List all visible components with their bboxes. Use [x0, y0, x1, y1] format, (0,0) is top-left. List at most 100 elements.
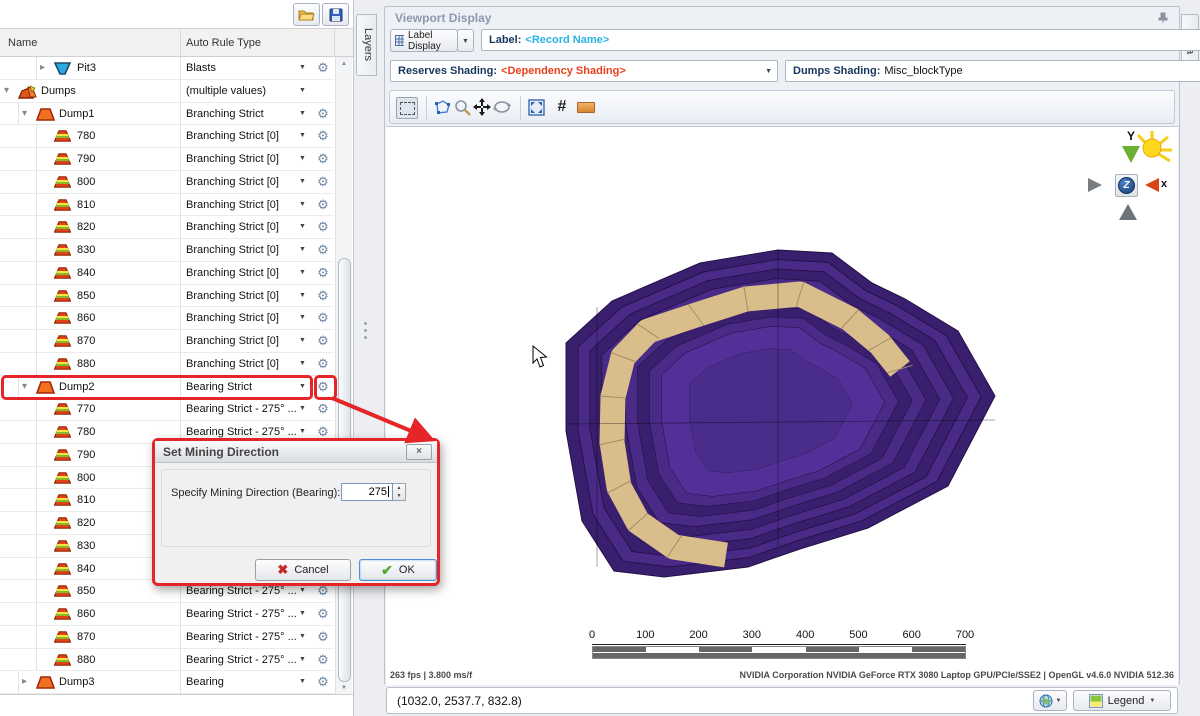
rule-value[interactable]: Bearing Strict [186, 381, 298, 393]
gear-icon[interactable]: ⚙ [313, 106, 333, 122]
rule-value[interactable]: Blasts [186, 62, 298, 74]
rule-dropdown-icon[interactable]: ▼ [299, 428, 306, 435]
collapse-arrow-icon[interactable]: ▾ [4, 84, 9, 98]
gear-icon[interactable]: ⚙ [313, 242, 333, 258]
rule-value[interactable]: Branching Strict [0] [186, 267, 298, 279]
tree-row[interactable]: 880Branching Strict [0]▼⚙ [0, 353, 334, 376]
scroll-up-icon[interactable]: ▲ [337, 57, 351, 71]
ok-button[interactable]: ✔ OK [359, 559, 437, 581]
rule-dropdown-icon[interactable]: ▼ [299, 155, 306, 162]
column-header-rule[interactable]: Auto Rule Type [186, 37, 261, 49]
tree-row[interactable]: ▾Dump1Branching Strict▼⚙ [0, 103, 334, 126]
rule-dropdown-icon[interactable]: ▼ [299, 656, 306, 663]
tab-layers[interactable]: Layers [356, 14, 377, 76]
tree-row[interactable]: 790Branching Strict [0]▼⚙ [0, 148, 334, 171]
collapse-arrow-icon[interactable]: ▾ [22, 107, 27, 121]
rule-dropdown-icon[interactable]: ▼ [299, 246, 306, 253]
collapse-arrow-icon[interactable]: ▾ [22, 380, 27, 394]
rule-value[interactable]: (multiple values) [186, 85, 298, 97]
tree-row[interactable]: 870Branching Strict [0]▼⚙ [0, 330, 334, 353]
gear-icon[interactable]: ⚙ [313, 174, 333, 190]
rule-dropdown-icon[interactable]: ▼ [299, 132, 306, 139]
gear-icon[interactable]: ⚙ [313, 356, 333, 372]
rule-value[interactable]: Bearing Strict - 275° ... [186, 426, 298, 438]
rule-dropdown-icon[interactable]: ▼ [299, 337, 306, 344]
rule-value[interactable]: Branching Strict [0] [186, 335, 298, 347]
rule-value[interactable]: Bearing [186, 676, 298, 688]
dialog-title-bar[interactable]: Set Mining Direction [155, 441, 437, 463]
rule-dropdown-icon[interactable]: ▼ [299, 383, 306, 390]
rule-dropdown-icon[interactable]: ▼ [299, 610, 306, 617]
zoom-extents-tool[interactable] [526, 97, 546, 117]
rule-value[interactable]: Branching Strict [0] [186, 358, 298, 370]
tree-row[interactable]: 810Branching Strict [0]▼⚙ [0, 194, 334, 217]
rule-value[interactable]: Branching Strict [0] [186, 244, 298, 256]
pin-icon[interactable] [1157, 11, 1169, 29]
tree-row[interactable]: 860Bearing Strict - 275° ...▼⚙ [0, 603, 334, 626]
expand-arrow-icon[interactable]: ▸ [22, 675, 27, 689]
rule-dropdown-icon[interactable]: ▼ [299, 64, 306, 71]
label-combo[interactable]: Label: <Record Name> ▼ [481, 29, 1200, 51]
gear-icon[interactable]: ⚙ [313, 219, 333, 235]
tree-row[interactable]: ▾Dumps(multiple values)▼ [0, 80, 334, 103]
coordinate-system-button[interactable]: ▼ [1033, 690, 1067, 711]
gear-icon[interactable]: ⚙ [313, 197, 333, 213]
gear-icon[interactable]: ⚙ [313, 288, 333, 304]
rule-dropdown-icon[interactable]: ▼ [299, 678, 306, 685]
tree-row[interactable]: 880Bearing Strict - 275° ...▼⚙ [0, 649, 334, 672]
tree-row[interactable]: 770Bearing Strict - 275° ...▼⚙ [0, 398, 334, 421]
rule-dropdown-icon[interactable]: ▼ [299, 314, 306, 321]
dump-3d-model[interactable] [386, 127, 1178, 685]
gear-icon[interactable]: ⚙ [313, 379, 333, 395]
zoom-tool[interactable] [452, 97, 472, 117]
rule-value[interactable]: Bearing Strict - 275° ... [186, 631, 298, 643]
column-divider[interactable] [180, 29, 181, 56]
axis-y-arrow-icon[interactable] [1122, 146, 1140, 163]
tree-row[interactable]: ▾Dump2Bearing Strict▼⚙ [0, 376, 334, 399]
open-file-button[interactable] [293, 3, 320, 26]
rule-value[interactable]: Branching Strict [186, 108, 298, 120]
gear-icon[interactable]: ⚙ [313, 128, 333, 144]
tree-column-headers[interactable]: Name Auto Rule Type [0, 28, 353, 57]
pan-tool[interactable] [472, 97, 492, 117]
tree-scrollbar[interactable]: ▲ ▼ [335, 57, 352, 695]
column-header-name[interactable]: Name [8, 37, 37, 49]
rectangle-select-tool[interactable] [396, 97, 418, 119]
tree-row[interactable]: 800Branching Strict [0]▼⚙ [0, 171, 334, 194]
rule-dropdown-icon[interactable]: ▼ [299, 292, 306, 299]
polygon-select-tool[interactable] [432, 97, 452, 117]
rule-value[interactable]: Branching Strict [0] [186, 176, 298, 188]
viewport-3d-canvas[interactable]: Y Z x 0100200300400500600700 26 [386, 126, 1178, 685]
rule-dropdown-icon[interactable]: ▼ [299, 110, 306, 117]
bearing-input[interactable]: 275 [341, 483, 393, 501]
rule-value[interactable]: Branching Strict [0] [186, 199, 298, 211]
rule-value[interactable]: Branching Strict [0] [186, 221, 298, 233]
rule-value[interactable]: Branching Strict [0] [186, 130, 298, 142]
tree-row[interactable]: 850Branching Strict [0]▼⚙ [0, 285, 334, 308]
tree-row[interactable]: 860Branching Strict [0]▼⚙ [0, 307, 334, 330]
rule-value[interactable]: Branching Strict [0] [186, 153, 298, 165]
bearing-spinner[interactable]: ▲▼ [393, 483, 406, 501]
dialog-close-button[interactable]: × [406, 444, 432, 460]
rule-dropdown-icon[interactable]: ▼ [299, 87, 306, 94]
tree-row[interactable]: 820Branching Strict [0]▼⚙ [0, 216, 334, 239]
gear-icon[interactable]: ⚙ [313, 674, 333, 690]
measure-tool[interactable] [576, 97, 596, 117]
tree-row[interactable]: 830Branching Strict [0]▼⚙ [0, 239, 334, 262]
rule-value[interactable]: Branching Strict [0] [186, 290, 298, 302]
gear-icon[interactable]: ⚙ [313, 151, 333, 167]
gear-icon[interactable]: ⚙ [313, 606, 333, 622]
rule-value[interactable]: Bearing Strict - 275° ... [186, 608, 298, 620]
label-display-dropdown[interactable]: ▼ [457, 29, 474, 52]
axis-x-arrow-icon[interactable] [1145, 178, 1159, 192]
tree-row[interactable]: ▸Pit3Blasts▼⚙ [0, 57, 334, 80]
rule-value[interactable]: Branching Strict [0] [186, 312, 298, 324]
rule-dropdown-icon[interactable]: ▼ [299, 201, 306, 208]
grid-toggle-tool[interactable]: # [552, 97, 572, 117]
tree-row[interactable]: 870Bearing Strict - 275° ...▼⚙ [0, 626, 334, 649]
rule-dropdown-icon[interactable]: ▼ [299, 360, 306, 367]
tree-row[interactable]: ▸Dump3Bearing▼⚙ [0, 671, 334, 694]
rule-dropdown-icon[interactable]: ▼ [299, 633, 306, 640]
label-display-button[interactable]: Label Display [390, 29, 458, 52]
expand-arrow-icon[interactable]: ▸ [40, 61, 45, 75]
